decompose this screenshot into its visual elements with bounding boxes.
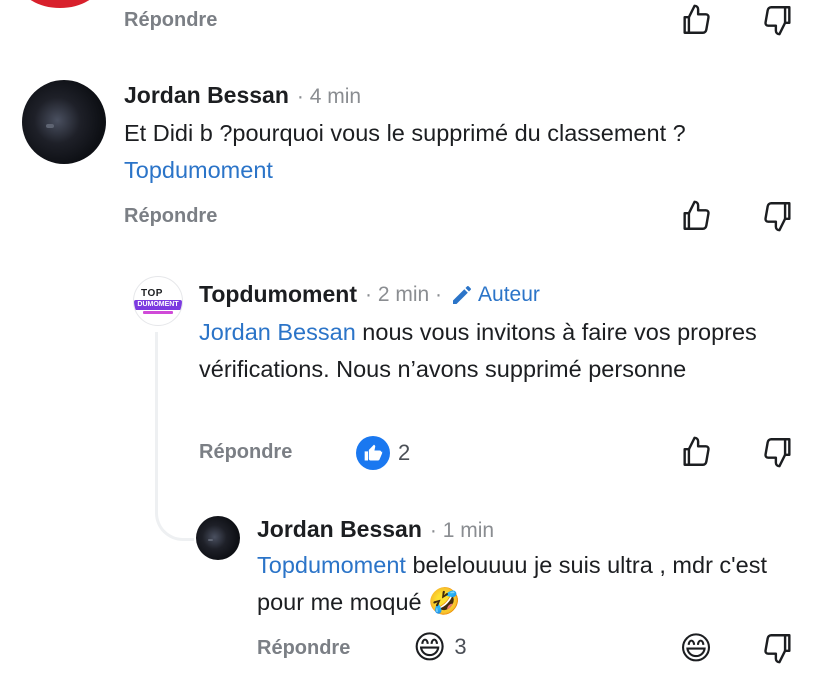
mention-link[interactable]: Topdumoment [124, 157, 273, 183]
comment-text: Jordan Bessan nous vous invitons à faire… [199, 314, 789, 388]
logo-text: TOP [141, 287, 163, 299]
thumbs-up-icon [683, 200, 710, 230]
thumbs-down-icon [764, 634, 791, 664]
reaction-count: 3 [454, 634, 467, 659]
thread-connector [155, 332, 194, 541]
comment-body: Et Didi b ?pourquoi vous le supprimé du … [124, 120, 686, 146]
laughing-emoji-icon: 😄 [413, 628, 447, 666]
mention-link[interactable]: Jordan Bessan [199, 319, 356, 345]
reply-button[interactable]: Répondre [199, 441, 292, 464]
thumbs-up-icon [683, 4, 710, 34]
comment-time: · 4 min [296, 85, 362, 108]
comment-text: Topdumoment belelouuuu je suis ultra , m… [257, 547, 797, 621]
commenter-name[interactable]: Jordan Bessan [257, 516, 422, 543]
logo-bar: DUMOMENT [134, 299, 182, 310]
avatar[interactable] [196, 516, 240, 560]
dislike-button[interactable] [760, 434, 796, 470]
like-button[interactable] [678, 434, 714, 470]
commenter-name[interactable]: Topdumoment [199, 281, 357, 308]
rofl-emoji-icon: 🤣 [428, 587, 461, 617]
thumbs-down-icon [764, 6, 791, 36]
thumbs-down-icon [764, 202, 791, 232]
pencil-icon [453, 285, 472, 304]
reply-button[interactable]: Répondre [257, 637, 350, 660]
thumbs-up-icon [683, 436, 710, 466]
commenter-name[interactable]: Jordan Bessan [124, 82, 289, 109]
avatar [20, 0, 100, 8]
reply-button[interactable]: Répondre [124, 9, 217, 32]
author-badge: Auteur [450, 283, 540, 307]
comment-time: · 2 min · [365, 282, 443, 306]
comment-header: Jordan Bessan · 4 min [124, 82, 361, 109]
comment-time: · 1 min [429, 519, 495, 542]
comment-header: Topdumoment · 2 min · Auteur [199, 281, 540, 308]
reply-button[interactable]: Répondre [124, 205, 217, 228]
logo-underline [143, 310, 173, 314]
mention-link[interactable]: Topdumoment [257, 552, 406, 578]
dislike-button[interactable] [760, 630, 796, 666]
reaction-summary[interactable]: 😄 3 [413, 631, 467, 663]
dislike-button[interactable] [760, 198, 796, 234]
comment-header: Jordan Bessan · 1 min [257, 516, 494, 543]
thumbs-down-icon [764, 438, 791, 468]
reaction-summary[interactable]: 2 [356, 436, 410, 470]
dislike-button[interactable] [760, 2, 796, 38]
author-badge-label: Auteur [478, 282, 540, 306]
like-button[interactable] [678, 2, 714, 38]
avatar[interactable]: TOP DUMOMENT [133, 276, 183, 326]
laugh-reaction-button[interactable]: 😄 [678, 630, 714, 666]
comment-text: Et Didi b ?pourquoi vous le supprimé du … [124, 115, 804, 189]
like-badge-icon [356, 436, 390, 470]
like-button[interactable] [678, 198, 714, 234]
reaction-count: 2 [398, 440, 411, 465]
avatar[interactable] [22, 80, 106, 164]
laughing-emoji-icon: 😄 [679, 629, 713, 667]
